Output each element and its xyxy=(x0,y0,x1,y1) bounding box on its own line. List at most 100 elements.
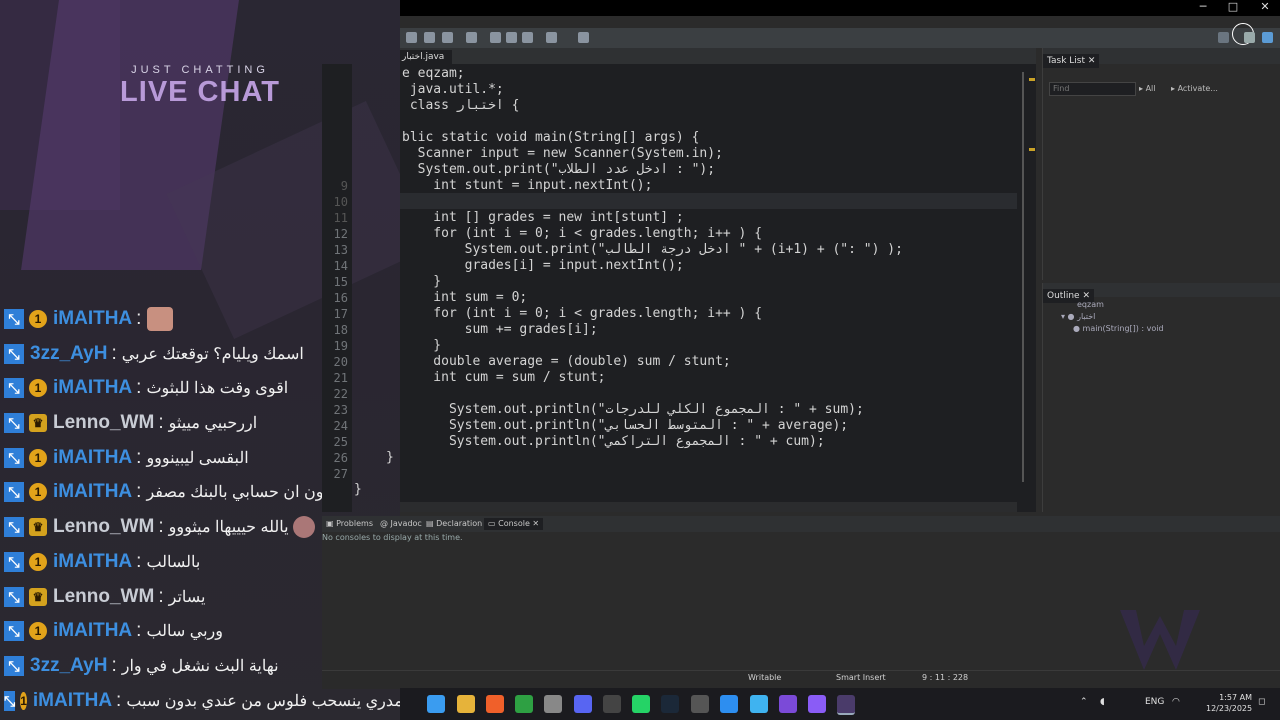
clock-time[interactable]: 1:57 AM xyxy=(1210,693,1252,702)
crown-icon: ♛ xyxy=(29,588,47,606)
tree-class[interactable]: ▾ ● اختبار xyxy=(1061,312,1095,321)
line-number: 15 xyxy=(333,275,348,289)
chat-text: البقسى ليبينووو xyxy=(146,450,249,467)
code-line: for (int i = 0; i < grades.length; i++ )… xyxy=(402,306,763,321)
line-number: 27 xyxy=(333,467,348,481)
chat-username: iMAITHA xyxy=(53,447,133,468)
code-line: System.out.println("المجموع التراكمي : "… xyxy=(402,434,825,449)
maximize-button[interactable]: □ xyxy=(1218,0,1248,16)
line-number: 14 xyxy=(333,259,348,273)
activate-link[interactable]: ▸ Activate... xyxy=(1171,84,1218,93)
app-icon[interactable] xyxy=(750,695,768,713)
start-icon[interactable] xyxy=(427,695,445,713)
editor-tab[interactable]: اختبار.java ✕ xyxy=(400,50,452,76)
code-line: class اختبار { xyxy=(402,98,520,113)
clock-date[interactable]: 12/23/2025 xyxy=(1206,704,1252,713)
code-line: grades[i] = input.nextInt(); xyxy=(402,258,684,273)
twitch-icon: ⤡ xyxy=(4,691,16,711)
chat-text: بالسالب xyxy=(146,554,201,571)
tree-method[interactable]: ● main(String[]) : void xyxy=(1073,324,1164,333)
tray-chevron-icon[interactable]: ⌃ xyxy=(1080,697,1088,707)
chat-username: iMAITHA xyxy=(53,377,133,398)
toggle-icon[interactable] xyxy=(424,32,435,43)
file-explorer-icon[interactable] xyxy=(457,695,475,713)
minimize-button[interactable]: ─ xyxy=(1188,0,1218,16)
brave-icon[interactable] xyxy=(486,695,504,713)
chat-separator: : xyxy=(158,412,164,433)
twitch-icon: ⤡ xyxy=(4,517,24,537)
chat-separator: : xyxy=(158,586,164,607)
code-line: blic static void main(String[] args) { xyxy=(402,130,700,145)
all-label: All xyxy=(1145,84,1156,93)
chat-text: يالله حيييهاا ميثووو xyxy=(168,519,289,536)
line-number: 12 xyxy=(333,227,348,241)
horizontal-scrollbar[interactable] xyxy=(400,502,1017,512)
close-icon[interactable]: ✕ xyxy=(1088,56,1096,66)
line-number: 11 xyxy=(333,211,348,225)
perspective-icon[interactable] xyxy=(1244,32,1255,43)
obs-icon[interactable] xyxy=(544,695,562,713)
app-icon[interactable] xyxy=(808,695,826,713)
java-perspective-icon[interactable] xyxy=(1262,32,1273,43)
tab-console[interactable]: ▭ Console ✕ xyxy=(484,518,544,530)
twitch-icon: ⤡ xyxy=(4,656,24,676)
line-number: 17 xyxy=(333,307,348,321)
code-line: } xyxy=(386,450,394,465)
line-number: 13 xyxy=(333,243,348,257)
line-number: 24 xyxy=(333,419,348,433)
twitch-icon: ⤡ xyxy=(4,344,24,364)
eclipse-icon[interactable] xyxy=(837,695,855,715)
close-button[interactable]: ✕ xyxy=(1250,0,1280,16)
twitch-icon: ⤡ xyxy=(4,309,24,329)
line-number: 26 xyxy=(333,451,348,465)
chat-separator: : xyxy=(136,447,142,468)
back-icon[interactable] xyxy=(490,32,501,43)
code-line: e eqzam; xyxy=(402,66,465,81)
nav-forward-icon[interactable] xyxy=(546,32,557,43)
epic-games-icon[interactable] xyxy=(603,695,621,713)
app-icon[interactable] xyxy=(779,695,797,713)
steam-icon[interactable] xyxy=(661,695,679,713)
volume-icon[interactable]: ◖ xyxy=(1100,697,1105,707)
tab-declaration[interactable]: ▤ Declaration xyxy=(426,518,482,530)
chat-username: iMAITHA xyxy=(53,308,133,329)
chat-username: Lenno_WM xyxy=(53,586,155,607)
forward-icon[interactable] xyxy=(506,32,517,43)
app-icon[interactable] xyxy=(720,695,738,713)
notification-icon[interactable]: ◻ xyxy=(1258,697,1265,707)
whatsapp-icon[interactable] xyxy=(632,695,650,713)
save-icon[interactable] xyxy=(406,32,417,43)
chat-separator: : xyxy=(136,620,142,641)
crown-icon: ♛ xyxy=(29,414,47,432)
nav-back-icon[interactable] xyxy=(522,32,533,43)
chat-text: اسمك ويليام؟ توقعتك عربي xyxy=(121,346,304,363)
line-number: 25 xyxy=(333,435,348,449)
annotation-icon[interactable] xyxy=(466,32,477,43)
app-icon[interactable] xyxy=(691,695,709,713)
line-number: 19 xyxy=(333,339,348,353)
code-line: Scanner input = new Scanner(System.in); xyxy=(402,146,723,161)
tab-problems[interactable]: ▣ Problems xyxy=(326,518,373,530)
search-icon[interactable] xyxy=(1218,32,1229,43)
task-icon[interactable] xyxy=(442,32,453,43)
code-line: for (int i = 0; i < grades.length; i++ )… xyxy=(402,226,763,241)
open-type-icon[interactable] xyxy=(578,32,589,43)
xbox-icon[interactable] xyxy=(515,695,533,713)
filter-all[interactable]: ▸ All xyxy=(1139,84,1155,93)
chat-separator: : xyxy=(111,655,117,676)
code-line: } xyxy=(402,274,442,289)
editor-tabbar xyxy=(400,48,1036,64)
chat-text: مدري ينسحب فلوس من عندي بدون سبب xyxy=(126,693,400,710)
tab-task-list[interactable]: Task List ✕ xyxy=(1043,54,1100,68)
chat-message: ⤡ 1 iMAITHA : مدري ينسحب فلوس من عندي بد… xyxy=(0,684,400,718)
find-input[interactable]: Find xyxy=(1049,82,1136,96)
wifi-icon[interactable]: ◠ xyxy=(1172,697,1180,707)
chat-text: وربي سالب xyxy=(146,623,223,640)
language-indicator[interactable]: ENG xyxy=(1145,697,1164,707)
discord-icon[interactable] xyxy=(574,695,592,713)
tab-javadoc[interactable]: @ Javadoc xyxy=(380,518,422,530)
line-number: 22 xyxy=(333,387,348,401)
tree-package[interactable]: eqzam xyxy=(1077,300,1104,309)
vertical-scrollbar[interactable] xyxy=(1017,64,1036,512)
sub-badge: 1 xyxy=(29,379,47,397)
